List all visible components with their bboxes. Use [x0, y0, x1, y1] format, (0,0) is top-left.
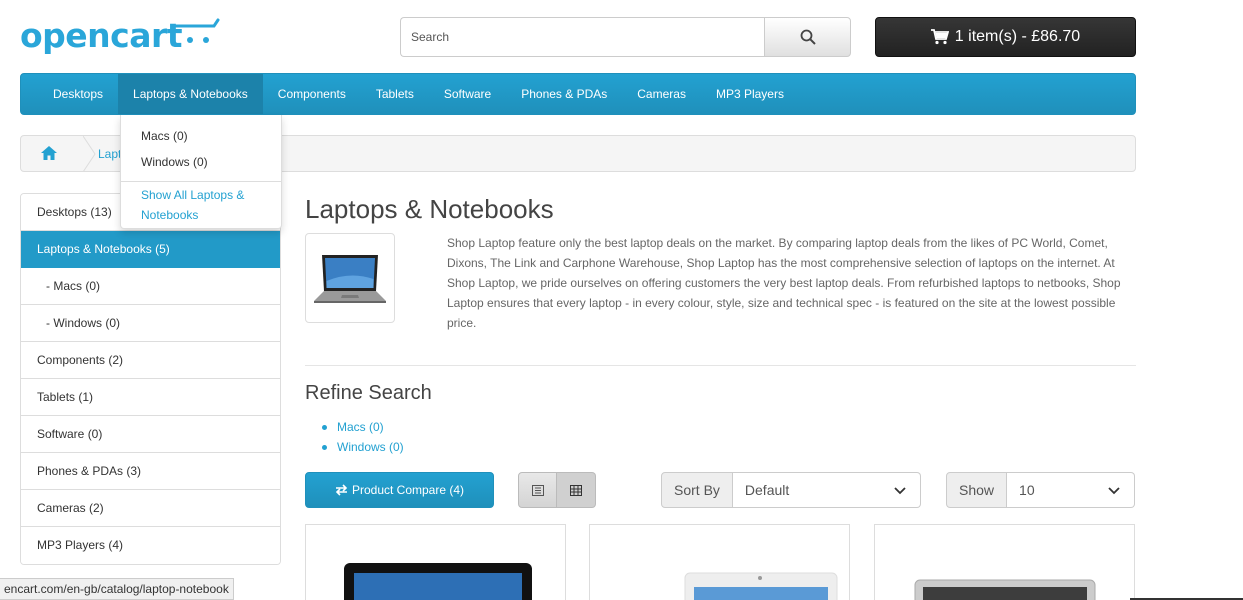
search-bar [400, 17, 851, 57]
laptop-image [314, 255, 386, 303]
laptops-dropdown: Macs (0) Windows (0) Show All Laptops & … [120, 115, 282, 229]
search-button[interactable] [764, 17, 851, 57]
dropdown-divider [121, 181, 281, 182]
divider [305, 365, 1136, 366]
product-image [684, 572, 838, 600]
view-toggle [518, 472, 596, 508]
chevron-down-icon [894, 487, 906, 495]
exchange-icon [335, 484, 348, 496]
sidebar-item-mp3[interactable]: MP3 Players (4) [21, 527, 280, 564]
refine-link-macs[interactable]: Macs (0) [322, 417, 404, 437]
breadcrumb-separator [83, 136, 96, 172]
menu-item-mp3[interactable]: MP3 Players [701, 74, 799, 114]
sidebar-item-cameras[interactable]: Cameras (2) [21, 490, 280, 527]
dropdown-item-macs[interactable]: Macs (0) [141, 129, 188, 143]
menu-item-tablets[interactable]: Tablets [361, 74, 429, 114]
list-view-button[interactable] [518, 472, 557, 508]
cart-button[interactable]: 1 item(s) - £86.70 [875, 17, 1136, 57]
menu-item-cameras[interactable]: Cameras [622, 74, 701, 114]
list-icon [531, 484, 544, 496]
sidebar-item-windows[interactable]: - Windows (0) [21, 305, 280, 342]
sidebar-item-macs[interactable]: - Macs (0) [21, 268, 280, 305]
product-card[interactable] [305, 524, 566, 600]
sidebar-item-phones[interactable]: Phones & PDAs (3) [21, 453, 280, 490]
product-compare-label: Product Compare (4) [351, 483, 465, 497]
browser-status-bar: encart.com/en-gb/catalog/laptop-notebook [0, 578, 234, 600]
dropdown-show-all-link[interactable]: Show All Laptops & Notebooks [141, 185, 271, 225]
menu-item-laptops[interactable]: Laptops & Notebooks [118, 74, 263, 114]
menu-item-phones[interactable]: Phones & PDAs [506, 74, 622, 114]
product-compare-button[interactable]: Product Compare (4) [305, 472, 494, 508]
logo-text: opencart [20, 16, 183, 55]
sidebar-item-laptops[interactable]: Laptops & Notebooks (5) [21, 231, 280, 268]
menu-item-components[interactable]: Components [263, 74, 361, 114]
page-title: Laptops & Notebooks [305, 194, 554, 224]
sort-select[interactable]: Default [732, 472, 921, 508]
menu-item-desktops[interactable]: Desktops [38, 74, 118, 114]
menu-item-software[interactable]: Software [429, 74, 506, 114]
chevron-down-icon [1108, 487, 1120, 495]
limit-select[interactable]: 10 [1007, 472, 1135, 508]
category-description: Shop Laptop feature only the best laptop… [447, 236, 1121, 330]
grid-view-button[interactable] [557, 472, 596, 508]
sidebar-item-software[interactable]: Software (0) [21, 416, 280, 453]
main-menu: Desktops Laptops & Notebooks Components … [20, 73, 1136, 115]
show-label: Show [946, 472, 1008, 508]
product-card[interactable] [874, 524, 1135, 600]
sort-label: Sort By [661, 472, 733, 508]
search-icon [800, 29, 816, 45]
sort-value: Default [744, 482, 790, 498]
sidebar-item-components[interactable]: Components (2) [21, 342, 280, 379]
home-icon[interactable] [40, 145, 58, 161]
limit-control: Show 10 [946, 472, 1135, 508]
dropdown-item-windows[interactable]: Windows (0) [141, 155, 208, 169]
search-input[interactable] [400, 17, 765, 57]
sidebar-item-tablets[interactable]: Tablets (1) [21, 379, 280, 416]
refine-search-title: Refine Search [305, 382, 432, 404]
limit-value: 10 [1019, 482, 1035, 498]
cart-label: 1 item(s) - £86.70 [954, 28, 1081, 45]
category-sidebar: Desktops (13) Laptops & Notebooks (5) - … [20, 193, 281, 565]
category-image [305, 233, 395, 323]
refine-search-list: Macs (0) Windows (0) [322, 417, 404, 457]
product-image [344, 563, 532, 600]
product-card[interactable] [589, 524, 850, 600]
opencart-logo[interactable]: opencart [20, 16, 220, 56]
cart-icon [930, 29, 949, 45]
sort-control: Sort By Default [661, 472, 921, 508]
logo-cart-icon [170, 18, 220, 43]
grid-icon [570, 484, 582, 496]
refine-link-windows[interactable]: Windows (0) [322, 437, 404, 457]
product-image [914, 579, 1096, 600]
